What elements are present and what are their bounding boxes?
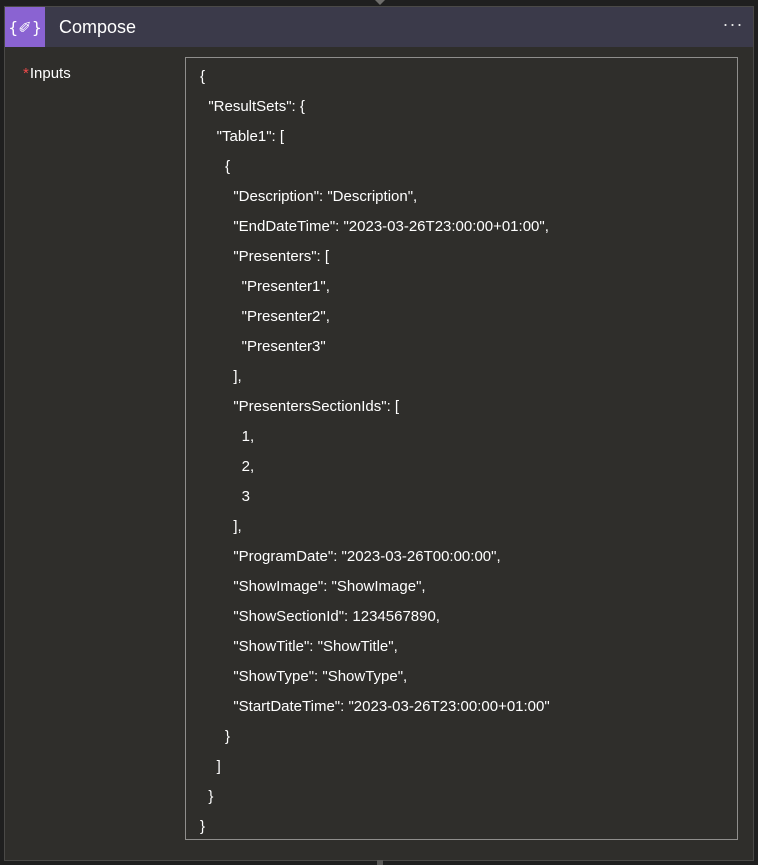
inputs-label: *Inputs — [23, 65, 71, 82]
code-line: "Presenter1", — [200, 278, 330, 295]
code-line: } — [200, 788, 214, 805]
connector-arrow-top — [375, 0, 385, 5]
code-line: ], — [200, 518, 242, 535]
code-line: "StartDateTime": "2023-03-26T23:00:00+01… — [200, 698, 550, 715]
more-options-icon[interactable]: ··· — [721, 15, 745, 37]
compose-action-card: {✐} Compose ··· *Inputs { "ResultSets": … — [4, 6, 754, 861]
code-line: 3 — [200, 488, 251, 505]
code-line: "ProgramDate": "2023-03-26T00:00:00", — [200, 548, 501, 565]
code-line: } — [200, 728, 231, 745]
action-header[interactable]: {✐} Compose ··· — [5, 7, 753, 47]
code-line: "Presenters": [ — [200, 248, 330, 265]
connector-bottom — [377, 860, 383, 865]
required-marker: * — [23, 65, 29, 82]
code-line: 1, — [200, 428, 255, 445]
code-line: 2, — [200, 458, 255, 475]
code-line: "ResultSets": { — [200, 98, 305, 115]
code-line: "ShowSectionId": 1234567890, — [200, 608, 440, 625]
code-line: } — [200, 818, 206, 835]
code-line: "ShowType": "ShowType", — [200, 668, 408, 685]
code-line: "Presenter3" — [200, 338, 326, 355]
code-line: "EndDateTime": "2023-03-26T23:00:00+01:0… — [200, 218, 549, 235]
code-line: ], — [200, 368, 242, 385]
code-line: "Presenter2", — [200, 308, 330, 325]
code-line: { — [200, 158, 231, 175]
code-line: "Table1": [ — [200, 128, 285, 145]
code-line: "PresentersSectionIds": [ — [200, 398, 400, 415]
inputs-label-text: Inputs — [29, 65, 71, 82]
code-line: "ShowImage": "ShowImage", — [200, 578, 426, 595]
code-line: "ShowTitle": "ShowTitle", — [200, 638, 398, 655]
code-line: ] — [200, 758, 221, 775]
compose-curly-braces-icon: {✐} — [5, 7, 45, 47]
action-title: Compose — [59, 16, 137, 37]
code-line: "Description": "Description", — [200, 188, 418, 205]
code-line: { — [200, 68, 206, 85]
inputs-editor[interactable]: { "ResultSets": { "Table1": [ { "Descrip… — [185, 57, 738, 840]
